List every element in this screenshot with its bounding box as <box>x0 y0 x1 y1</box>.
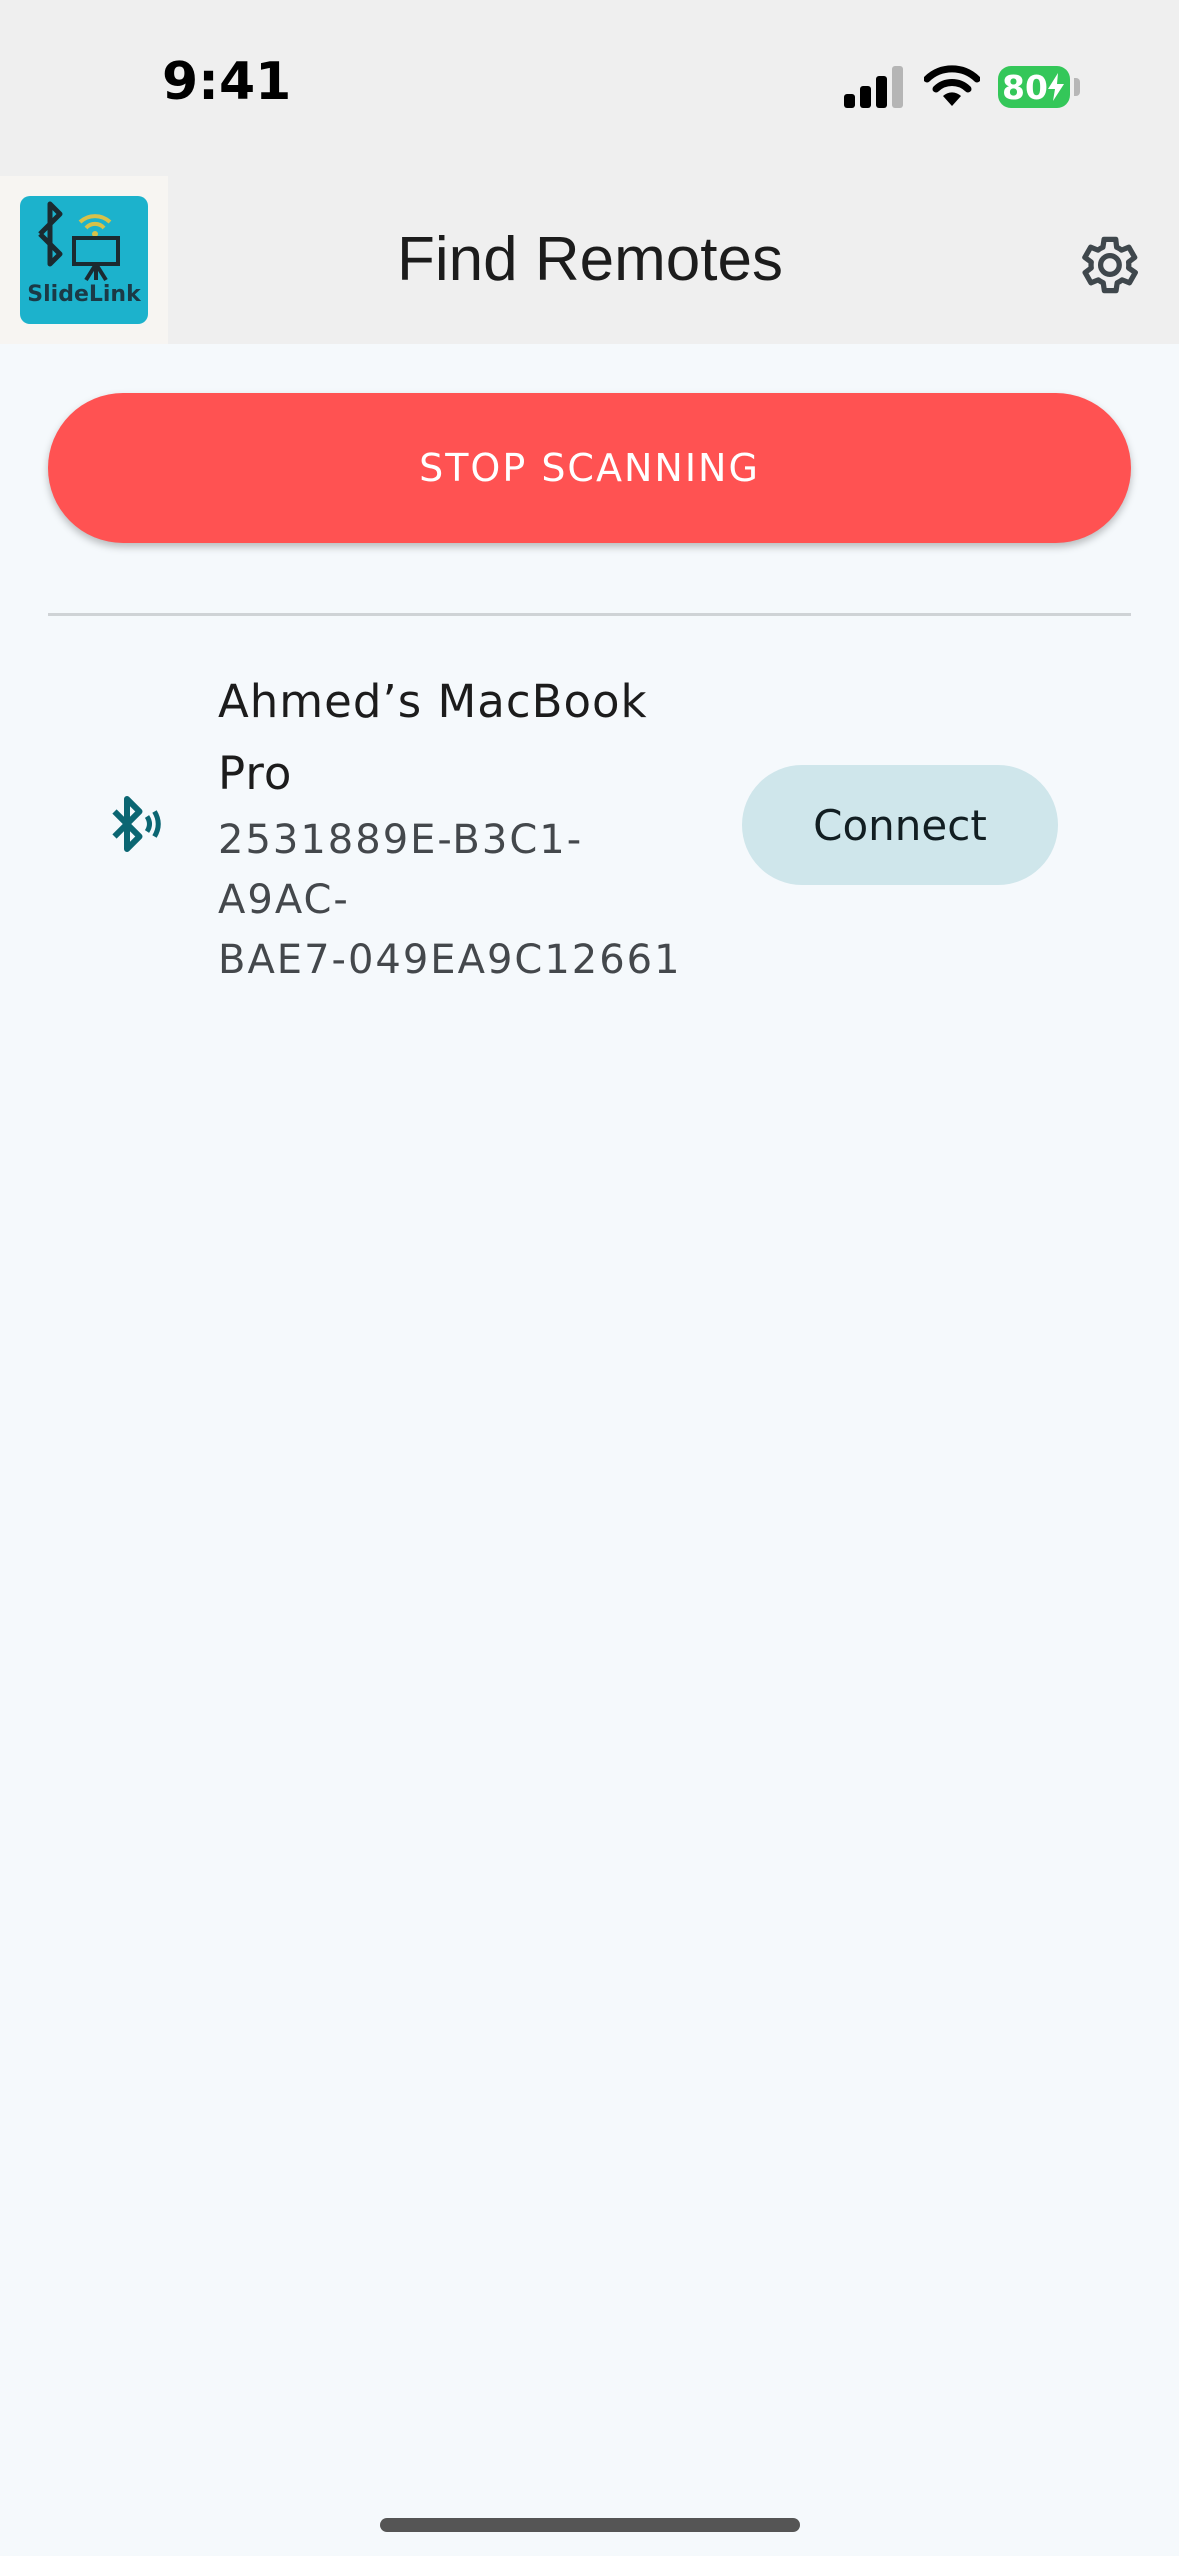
battery-cap <box>1074 78 1080 96</box>
app-logo: SlideLink <box>20 196 148 324</box>
home-indicator[interactable] <box>380 2518 800 2532</box>
gear-icon[interactable] <box>1072 230 1142 300</box>
app-logo-container: SlideLink <box>0 176 168 344</box>
page-title: Find Remotes <box>397 225 783 294</box>
app-bar: SlideLink Find Remotes <box>0 176 1179 344</box>
status-time: 9:41 <box>162 52 292 112</box>
bluetooth-searching-icon <box>112 796 161 852</box>
divider <box>48 613 1131 616</box>
connect-button[interactable]: Connect <box>742 765 1058 885</box>
device-name: Ahmed’s MacBook Pro <box>218 675 648 800</box>
stop-scanning-button[interactable]: STOP SCANNING <box>48 393 1131 543</box>
charging-bolt-icon <box>1048 73 1064 101</box>
logo-text: SlideLink <box>27 282 141 307</box>
status-bar: 9:41 80 <box>0 0 1179 176</box>
device-list-item: Ahmed’s MacBook Pro 2531889E-B3C1- A9AC-… <box>48 640 1131 983</box>
battery-level: 80 <box>1002 68 1048 107</box>
cellular-signal-icon <box>844 66 903 108</box>
bluetooth-presentation-logo-icon <box>38 201 120 282</box>
device-identifier: 2531889E-B3C1- A9AC- BAE7-049EA9C12661 <box>218 817 682 983</box>
battery-icon: 80 <box>998 66 1070 108</box>
wifi-icon <box>924 65 980 106</box>
